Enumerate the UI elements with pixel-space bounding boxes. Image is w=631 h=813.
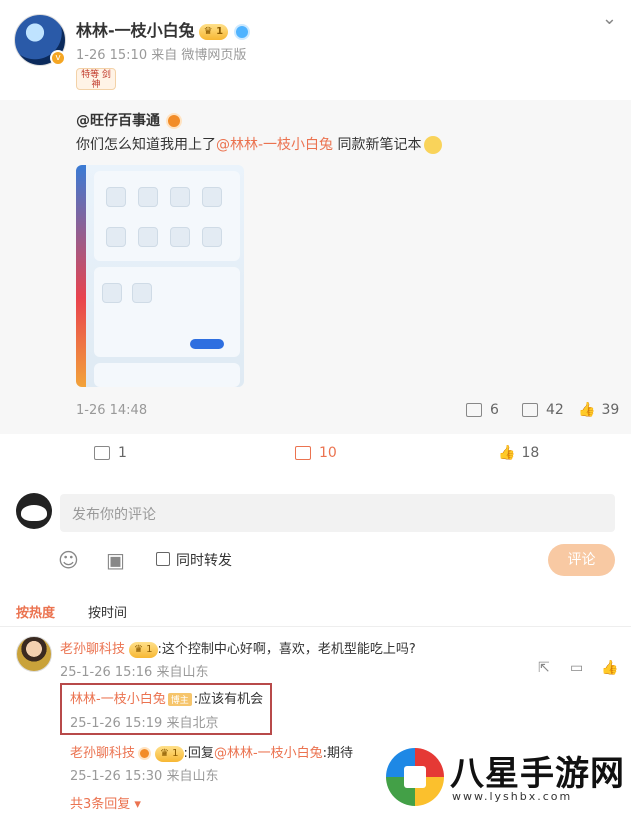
reply-text: 老孙聊科技 ♛ 1:回复@林林-一枝小白兔:期待 (70, 742, 353, 762)
repost-like-button[interactable]: 👍 39 (578, 402, 619, 418)
watermark: 八星手游网 www.lyshbx.com (386, 742, 626, 810)
thumb-up-icon: 👍 (498, 445, 516, 461)
repost-button[interactable]: 1 (94, 445, 127, 461)
repost-count: 1 (118, 445, 127, 461)
image-tile-icon (138, 227, 158, 247)
image-panel (94, 171, 240, 261)
reply-text: 林林-一枝小白兔 博主:应该有机会 (70, 688, 263, 707)
image-sidebar-strip (76, 165, 86, 387)
submit-comment-button[interactable]: 评论 (548, 544, 615, 576)
comment-body: :这个控制中心好啊，喜欢，老机型能吃上吗? (157, 642, 416, 657)
repost-repost-button[interactable]: 6 (466, 402, 499, 418)
repost-checkbox[interactable] (156, 552, 170, 566)
thumb-up-icon: 👍 (578, 402, 596, 418)
vip-badge: ♛ 1 (198, 23, 229, 40)
comment-icon[interactable]: ▭ (570, 660, 583, 676)
repost-author-name[interactable]: @旺仔百事通 (76, 113, 160, 129)
chevron-down-icon[interactable]: ⌄ (602, 8, 617, 29)
mention-link[interactable]: @林林-一枝小白兔 (216, 137, 333, 153)
repost-time: 1-26 14:48 (76, 403, 148, 418)
verified-badge-icon: v (50, 50, 66, 66)
watermark-text: 八星手游网 (450, 754, 625, 794)
post-meta: 1-26 15:10 来自 微博网页版 (76, 48, 247, 63)
image-tile-icon (170, 227, 190, 247)
like-button[interactable]: 👍 18 (498, 445, 539, 461)
more-replies-link[interactable]: 共3条回复 ▾ (70, 793, 141, 812)
reply-author[interactable]: 林林-一枝小白兔 (70, 692, 166, 707)
vip-level: 1 (172, 747, 179, 759)
image-upload-icon[interactable]: ▣ (106, 548, 125, 572)
comment-button[interactable]: 10 (295, 445, 337, 461)
share-icon (94, 446, 110, 460)
thumb-up-icon[interactable]: 👍 (601, 660, 618, 676)
reply-prefix: :回复 (183, 746, 214, 761)
reply-body: :应该有机会 (193, 692, 264, 707)
vip-badge: ♛ 1 (129, 641, 158, 658)
repost-text: 你们怎么知道我用上了@林林-一枝小白兔 同款新笔记本 (76, 134, 442, 154)
tab-sort-hot[interactable]: 按热度 (16, 602, 55, 621)
image-tile-icon (106, 227, 126, 247)
repost-image[interactable] (76, 165, 244, 387)
image-panel (94, 363, 240, 387)
mention-link[interactable]: @林林-一枝小白兔 (214, 746, 323, 761)
commenter-avatar[interactable] (16, 636, 52, 672)
chevron-down-icon: ▾ (134, 797, 141, 812)
emoji-icon[interactable]: ☺ (58, 548, 79, 572)
author-name[interactable]: 林林-一枝小白兔 (76, 21, 195, 40)
share-icon (466, 403, 482, 417)
repost-text-after: 同款新笔记本 (333, 137, 422, 153)
repost-like-count: 39 (601, 402, 620, 418)
repost-comment-button[interactable]: 42 (522, 402, 564, 418)
image-tile-icon (138, 187, 158, 207)
like-count: 18 (521, 445, 540, 461)
commenter-name[interactable]: 老孙聊科技 (60, 642, 125, 657)
image-tile-icon (202, 187, 222, 207)
repost-text-before: 你们怎么知道我用上了 (76, 137, 216, 153)
comment-icon (295, 446, 311, 460)
comment-icon (522, 403, 538, 417)
comment-count: 10 (319, 445, 337, 461)
image-blue-button (190, 339, 224, 349)
repost-author[interactable]: @旺仔百事通 (76, 110, 182, 130)
more-replies-label: 共3条回复 (70, 797, 131, 812)
post-author[interactable]: 林林-一枝小白兔 ♛ 1 (76, 17, 251, 41)
share-icon[interactable]: ⇱ (538, 660, 550, 676)
author-tag: 博主 (167, 693, 192, 706)
reply-meta: 25-1-26 15:19 来自北京 (70, 716, 219, 731)
vip-badge: ♛ 1 (155, 745, 184, 762)
user-avatar[interactable] (16, 493, 52, 529)
blue-v-icon (234, 23, 251, 40)
image-tile-icon (170, 187, 190, 207)
repost-checkbox-label[interactable]: 同时转发 (176, 550, 232, 570)
reply-meta: 25-1-26 15:30 来自山东 (70, 769, 219, 784)
image-tile-icon (106, 187, 126, 207)
divider (0, 626, 631, 627)
repost-repost-count: 6 (490, 402, 499, 418)
reply-author[interactable]: 老孙聊科技 (70, 746, 135, 761)
verified-orange-icon (138, 747, 152, 760)
watermark-logo-icon (386, 748, 444, 806)
comment-meta: 25-1-26 15:16 来自山东 (60, 665, 209, 680)
tab-sort-time[interactable]: 按时间 (88, 602, 127, 621)
thinking-emoji-icon (423, 136, 442, 154)
reply-body: :期待 (322, 746, 354, 761)
sticker-badge: 特等 剑神 (76, 68, 116, 90)
comment-text: 老孙聊科技 ♛ 1:这个控制中心好啊，喜欢，老机型能吃上吗? (60, 638, 416, 658)
comment-input[interactable]: 发布你的评论 (60, 494, 615, 532)
repost-comment-count: 42 (546, 402, 564, 418)
image-tile-icon (102, 283, 122, 303)
watermark-url: www.lyshbx.com (452, 790, 573, 803)
vip-level: 1 (146, 643, 153, 655)
image-tile-icon (202, 227, 222, 247)
vip-level: 1 (216, 25, 224, 37)
verified-orange-icon (166, 113, 182, 129)
image-tile-icon (132, 283, 152, 303)
